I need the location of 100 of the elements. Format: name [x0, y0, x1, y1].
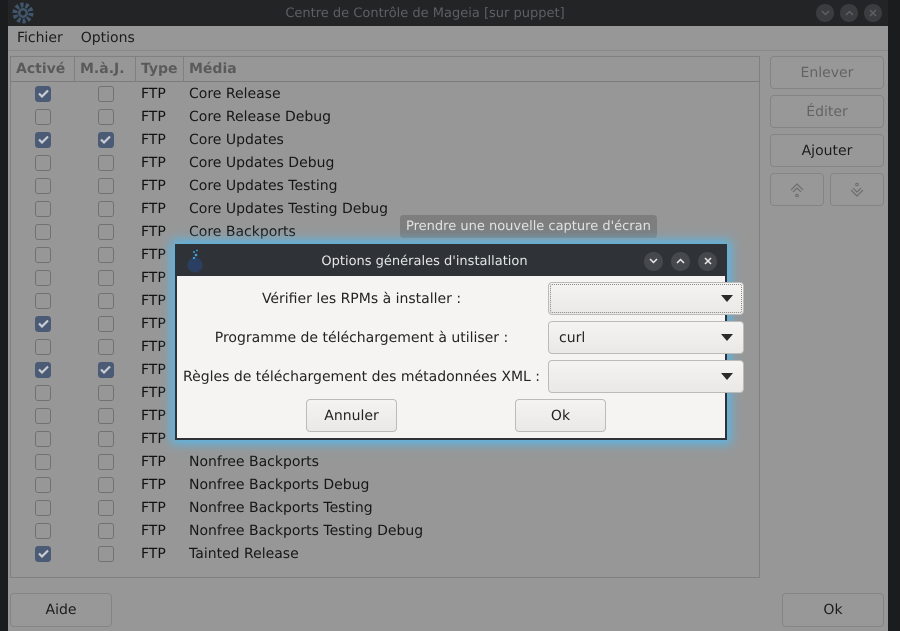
checkbox[interactable] [98, 132, 114, 148]
checkbox[interactable] [35, 362, 51, 378]
table-cell-text: FTP [140, 200, 167, 216]
chevron-up-icon [844, 10, 854, 16]
checkbox[interactable] [98, 108, 114, 124]
dropdown[interactable] [548, 282, 744, 315]
checkbox[interactable] [35, 154, 51, 170]
table-cell-text: FTP [140, 108, 167, 124]
checkbox[interactable] [98, 86, 114, 102]
table-cell-text: FTP [140, 384, 167, 400]
checkbox[interactable] [98, 384, 114, 400]
table-cell-text: Core Updates Testing Debug [188, 200, 388, 216]
minimize-button[interactable] [644, 252, 663, 270]
table-cell-text: FTP [140, 132, 167, 148]
table-cell-text: FTP [140, 270, 167, 286]
checkbox[interactable] [35, 454, 51, 470]
checkbox[interactable] [98, 500, 114, 516]
checkbox[interactable] [98, 224, 114, 240]
table-cell-text: FTP [140, 430, 167, 446]
maximize-button[interactable] [671, 252, 690, 270]
checkbox[interactable] [98, 292, 114, 308]
checkbox[interactable] [98, 246, 114, 262]
checkbox[interactable] [98, 338, 114, 354]
checkbox[interactable] [35, 500, 51, 516]
checkbox[interactable] [98, 476, 114, 492]
checkbox[interactable] [35, 86, 51, 102]
table-cell-text: FTP [140, 362, 167, 378]
checkbox[interactable] [35, 292, 51, 308]
table-cell-text: Nonfree Backports Testing Debug [188, 522, 424, 538]
table-cell-text: Nonfree Backports Debug [188, 476, 370, 492]
table-cell-text: FTP [140, 154, 167, 170]
checkbox[interactable] [35, 224, 51, 240]
table-cell-text: Core Backports [188, 224, 296, 240]
caret-icon [721, 295, 733, 302]
menu-item[interactable]: Fichier [8, 30, 72, 46]
double-chevron-down-icon [849, 182, 865, 198]
help-button[interactable]: Aide [10, 593, 112, 627]
table-cell-text: FTP [140, 338, 167, 354]
table-cell-text: Core Updates [188, 132, 284, 148]
table-cell-text: Nonfree Backports [188, 454, 319, 470]
chevron-down-icon [649, 258, 658, 264]
table-cell-text: FTP [140, 178, 167, 194]
checkbox[interactable] [98, 154, 114, 170]
table-cell-text: FTP [140, 454, 167, 470]
table-cell-text: Core Updates Testing [188, 178, 338, 194]
table-cell-text: FTP [140, 316, 167, 332]
checkbox[interactable] [98, 362, 114, 378]
checkbox[interactable] [35, 246, 51, 262]
move-up-button[interactable] [770, 173, 824, 206]
checkbox[interactable] [98, 316, 114, 332]
table-cell-text: Core Release [188, 86, 281, 102]
checkbox[interactable] [35, 430, 51, 446]
caret-icon [721, 373, 733, 380]
checkbox[interactable] [35, 384, 51, 400]
checkbox[interactable] [35, 200, 51, 216]
checkbox[interactable] [98, 454, 114, 470]
table-cell-text: Core Release Debug [188, 108, 332, 124]
window-title: Centre de Contrôle de Mageia [sur puppet] [284, 6, 566, 20]
field-label: Programme de téléchargement à utiliser : [214, 330, 510, 346]
checkbox[interactable] [35, 108, 51, 124]
checkbox[interactable] [35, 522, 51, 538]
checkbox[interactable] [98, 270, 114, 286]
dropdown[interactable] [548, 360, 744, 393]
checkbox[interactable] [35, 270, 51, 286]
field-label: Règles de téléchargement des métadonnées XML : [183, 368, 540, 384]
caret-icon [721, 334, 733, 341]
dialog-title: Options générales d'installation [320, 254, 529, 268]
table-cell-text: FTP [140, 476, 167, 492]
tooltip: Prendre une nouvelle capture d'écran [400, 215, 657, 238]
table-cell-text: Core Updates Debug [188, 154, 334, 170]
dialog-button[interactable]: Annuler [306, 399, 397, 432]
checkbox[interactable] [35, 132, 51, 148]
dropdown[interactable]: curl [548, 321, 744, 354]
checkbox[interactable] [35, 408, 51, 424]
checkbox[interactable] [98, 200, 114, 216]
table-cell-text: FTP [140, 522, 167, 538]
table-cell-text: FTP [140, 546, 167, 562]
close-button[interactable] [698, 252, 717, 270]
side-button[interactable]: Ajouter [770, 134, 884, 167]
move-down-button[interactable] [830, 173, 884, 206]
checkbox[interactable] [98, 430, 114, 446]
checkbox[interactable] [98, 178, 114, 194]
table-cell-text: FTP [140, 246, 167, 262]
close-icon [869, 9, 877, 17]
dialog-button[interactable]: Ok [515, 399, 606, 432]
checkbox[interactable] [35, 316, 51, 332]
checkbox[interactable] [98, 546, 114, 562]
checkbox[interactable] [35, 178, 51, 194]
checkbox[interactable] [98, 408, 114, 424]
table-cell-text: FTP [140, 500, 167, 516]
menu-item[interactable]: Options [72, 30, 144, 46]
checkbox[interactable] [35, 476, 51, 492]
checkbox[interactable] [35, 546, 51, 562]
field-label: Vérifier les RPMs à installer : [260, 290, 462, 306]
table-cell-text: FTP [140, 86, 167, 102]
checkbox[interactable] [98, 522, 114, 538]
table-cell-text: FTP [140, 224, 167, 240]
close-icon [704, 257, 712, 265]
ok-button[interactable]: Ok [782, 593, 884, 627]
checkbox[interactable] [35, 338, 51, 354]
